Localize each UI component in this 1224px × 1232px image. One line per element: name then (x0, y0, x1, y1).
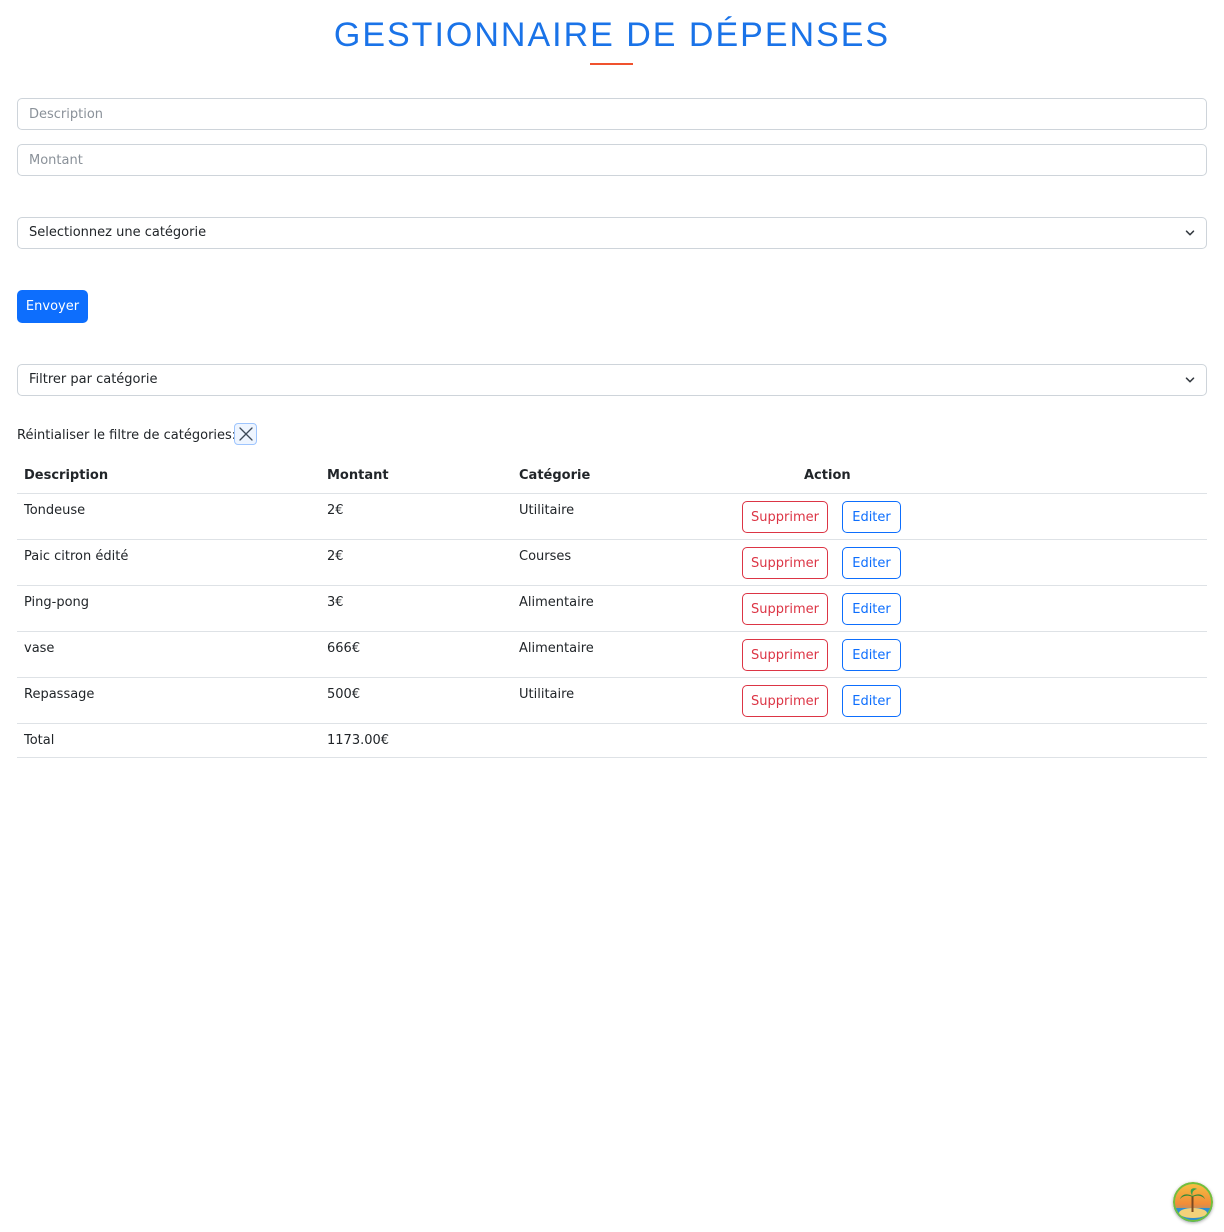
total-empty-cell (714, 723, 1207, 758)
table-row: Ping-pong 3€ Alimentaire Supprimer Editer (17, 585, 1207, 632)
chevron-down-icon (1185, 377, 1195, 383)
cell-description: vase (17, 631, 320, 678)
total-label: Total (17, 723, 320, 758)
cell-amount: 3€ (320, 585, 512, 632)
cell-category: Utilitaire (512, 677, 714, 724)
reset-filter-label: Réintialiser le filtre de catégories: (17, 427, 237, 443)
expenses-table: Description Montant Catégorie Action Ton… (17, 458, 1207, 758)
cell-category: Alimentaire (512, 585, 714, 632)
cell-amount: 2€ (320, 539, 512, 586)
table-row: Tondeuse 2€ Utilitaire Supprimer Editer (17, 493, 1207, 540)
column-header-description: Description (17, 458, 320, 494)
submit-button[interactable]: Envoyer (17, 290, 88, 323)
cell-description: Repassage (17, 677, 320, 724)
delete-button[interactable]: Supprimer (742, 593, 828, 625)
table-row: vase 666€ Alimentaire Supprimer Editer (17, 631, 1207, 678)
cell-actions: Supprimer Editer (714, 631, 1207, 678)
close-icon (238, 427, 253, 441)
cell-actions: Supprimer Editer (714, 493, 1207, 540)
cell-description: Tondeuse (17, 493, 320, 540)
reset-filter-button[interactable] (234, 423, 257, 445)
chevron-down-icon (1185, 230, 1195, 236)
total-row: Total 1173.00€ (17, 723, 1207, 758)
cell-description: Ping-pong (17, 585, 320, 632)
category-select[interactable]: Selectionnez une catégorie (17, 217, 1207, 249)
edit-button[interactable]: Editer (842, 501, 901, 533)
category-select-value: Selectionnez une catégorie (29, 225, 207, 240)
description-input[interactable] (17, 98, 1207, 130)
edit-button[interactable]: Editer (842, 685, 901, 717)
beach-avatar-icon[interactable] (1173, 1182, 1213, 1222)
cell-amount: 2€ (320, 493, 512, 540)
edit-button[interactable]: Editer (842, 547, 901, 579)
delete-button[interactable]: Supprimer (742, 501, 828, 533)
amount-input[interactable] (17, 144, 1207, 176)
page-title: GESTIONNAIRE DE DÉPENSES (333, 16, 891, 54)
cell-actions: Supprimer Editer (714, 539, 1207, 586)
cell-amount: 666€ (320, 631, 512, 678)
column-header-action: Action (714, 458, 1207, 494)
total-value: 1173.00€ (320, 723, 512, 758)
filter-category-select[interactable]: Filtrer par catégorie (17, 364, 1207, 396)
beach-avatar-image (1173, 1182, 1213, 1222)
cell-amount: 500€ (320, 677, 512, 724)
delete-button[interactable]: Supprimer (742, 639, 828, 671)
column-header-category: Catégorie (512, 458, 714, 494)
table-row: Repassage 500€ Utilitaire Supprimer Edite… (17, 677, 1207, 724)
cell-description: Paic citron édité (17, 539, 320, 586)
delete-button[interactable]: Supprimer (742, 547, 828, 579)
cell-category: Alimentaire (512, 631, 714, 678)
table-row: Paic citron édité 2€ Courses Supprimer Ed… (17, 539, 1207, 586)
delete-button[interactable]: Supprimer (742, 685, 828, 717)
cell-actions: Supprimer Editer (714, 585, 1207, 632)
edit-button[interactable]: Editer (842, 639, 901, 671)
cell-category: Utilitaire (512, 493, 714, 540)
title-underline (590, 63, 633, 65)
cell-category: Courses (512, 539, 714, 586)
filter-select-value: Filtrer par catégorie (29, 372, 158, 387)
reset-filter-row: Réintialiser le filtre de catégories: (17, 424, 236, 446)
cell-actions: Supprimer Editer (714, 677, 1207, 724)
table-header-row: Description Montant Catégorie Action (17, 458, 1207, 494)
total-empty-cell (512, 723, 714, 758)
column-header-amount: Montant (320, 458, 512, 494)
edit-button[interactable]: Editer (842, 593, 901, 625)
